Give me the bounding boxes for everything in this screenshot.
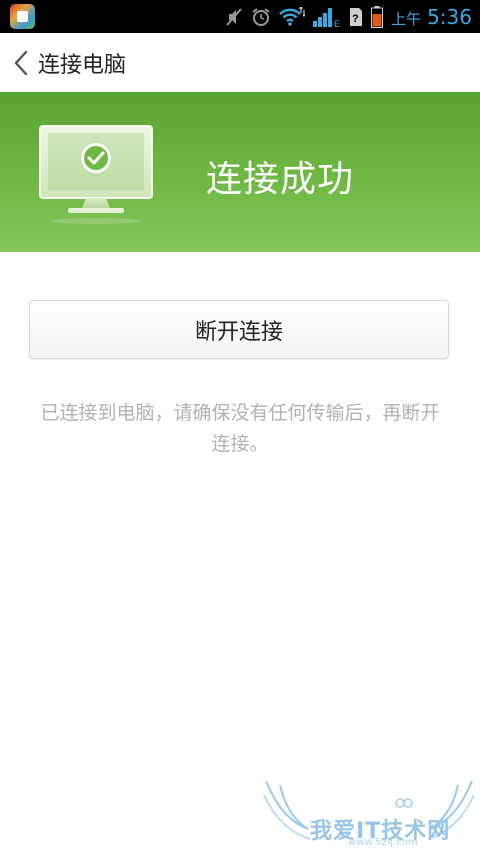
clock: 上午 5:36 <box>391 5 472 29</box>
wifi-icon <box>279 6 306 26</box>
watermark-url: www.52ij.com <box>348 837 418 848</box>
connection-status-text: 连接成功 <box>206 159 355 200</box>
page-title: 连接电脑 <box>38 52 127 78</box>
chevron-left-icon <box>14 50 28 75</box>
status-bar: E ? 上午 5:36 <box>0 0 480 33</box>
monitor-check-icon <box>39 125 153 224</box>
connection-status-banner: 连接成功 <box>0 92 480 252</box>
battery-low-icon <box>371 5 384 28</box>
sim-card-icon: ? <box>350 7 363 26</box>
alarm-icon <box>252 7 270 26</box>
disconnect-hint: 已连接到电脑，请确保没有任何传输后，再断开连接。 <box>40 402 440 455</box>
network-type-label: E <box>334 19 340 28</box>
clock-ampm: 上午 <box>391 9 422 28</box>
back-button[interactable] <box>6 33 36 92</box>
app-notification-icon <box>10 4 35 29</box>
signal-strength-icon: E <box>313 7 340 28</box>
clock-time: 5:36 <box>427 4 472 29</box>
mute-icon <box>226 7 242 26</box>
disconnect-button[interactable]: 断开连接 <box>29 300 449 359</box>
status-icons: E ? 上午 5:36 <box>225 0 472 33</box>
title-bar: 连接电脑 <box>0 33 480 92</box>
svg-text:?: ? <box>352 13 359 25</box>
screen: E ? 上午 5:36 连接电脑 连接成功 断开连接 已连接到电脑，请确保没有任… <box>0 0 480 854</box>
watermark: 我爱IT技术网 www.52ij.com <box>262 775 476 851</box>
